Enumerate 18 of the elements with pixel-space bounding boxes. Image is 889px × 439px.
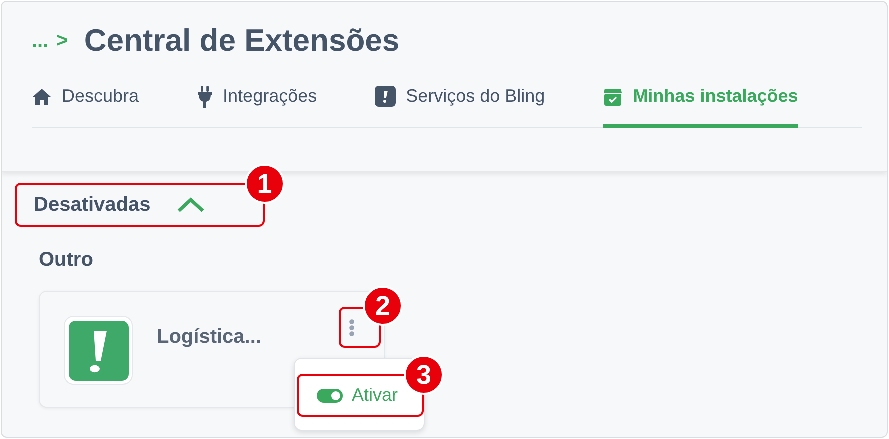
home-icon (32, 88, 52, 106)
box-check-icon (603, 86, 624, 107)
kebab-icon (349, 319, 355, 337)
plug-icon (197, 86, 214, 108)
breadcrumb-separator: > (56, 28, 68, 54)
exclamation-square-icon (375, 86, 396, 108)
tab[interactable]: Integrações (197, 83, 318, 128)
extension-name: Logística... (157, 325, 262, 350)
step-number: 2 (363, 286, 403, 326)
tab[interactable]: Serviços do Bling (375, 83, 546, 128)
step-number: 1 (244, 164, 285, 204)
section-toggle[interactable]: Desativadas (17, 185, 209, 225)
extension-logo (64, 316, 133, 385)
tab[interactable]: Descubra (32, 83, 140, 128)
page-title: Central de Extensões (84, 22, 400, 60)
chevron-up-icon (176, 197, 205, 213)
step-number: 3 (404, 355, 444, 395)
group-heading: Outro (39, 248, 94, 273)
